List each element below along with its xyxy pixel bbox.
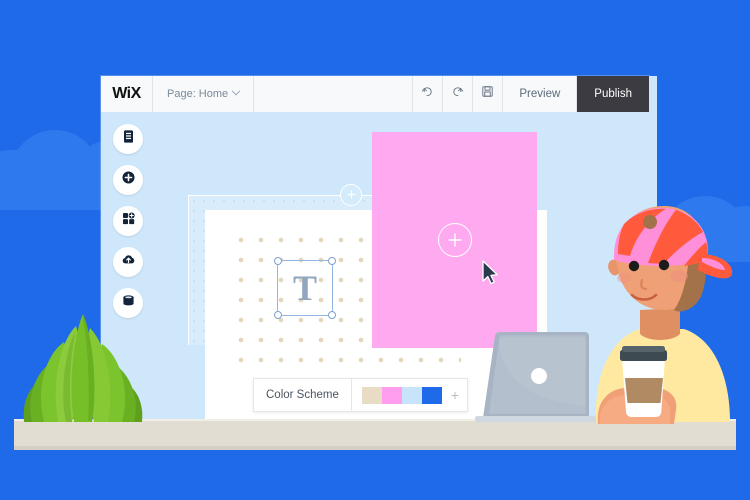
preview-button[interactable]: Preview [503,76,578,112]
preview-label: Preview [519,88,561,100]
resize-handle-top-left[interactable] [274,257,282,265]
sidebar-item-apps[interactable] [113,206,143,236]
blocks-plus-icon [121,211,136,231]
swatch-beige[interactable] [361,386,382,404]
add-media-button[interactable] [437,223,472,257]
resize-handle-top-right[interactable] [328,257,336,265]
publish-button[interactable]: Publish [577,76,649,112]
swatch-blue[interactable] [421,386,442,404]
wix-logo[interactable]: WiX [101,76,153,112]
sidebar-item-media[interactable] [113,247,143,277]
document-list-icon [121,129,136,149]
color-scheme-title: Color Scheme [254,379,352,411]
cloud-upload-icon [121,252,136,272]
scene: WiX Page: Home Preview Publish T Color S… [0,0,750,500]
plus-circle-icon [121,170,136,190]
color-scheme-panel[interactable]: Color Scheme + [253,378,469,412]
swatch-pink[interactable] [381,386,402,404]
sidebar-item-database[interactable] [113,288,143,318]
chevron-down-icon [231,86,241,96]
redo-arrow-icon [451,85,464,103]
desk-shadow [14,446,736,450]
redo-button[interactable] [443,76,474,112]
database-stack-icon [121,293,136,313]
editor-sidebar [113,124,143,318]
editor-toolbar: WiX Page: Home Preview Publish [101,76,649,112]
page-selector-label: Page: Home [167,88,229,100]
mouse-pointer-icon [481,260,501,291]
toolbar-spacer [254,76,414,112]
coffee-cup [620,346,667,417]
agave-plant [18,300,148,430]
sidebar-item-pages[interactable] [113,124,143,154]
save-button[interactable] [473,76,504,112]
text-element-glyph: T [292,268,317,308]
sidebar-item-add[interactable] [113,165,143,195]
page-selector[interactable]: Page: Home [153,76,255,112]
publish-label: Publish [594,88,632,100]
swatch-light-blue[interactable] [401,386,422,404]
undo-arrow-icon [421,85,434,103]
plus-icon [346,188,357,202]
save-floppy-icon [481,85,494,103]
add-section-button[interactable] [340,184,362,206]
text-element[interactable]: T [274,257,336,319]
undo-button[interactable] [413,76,444,112]
resize-handle-bottom-left[interactable] [274,311,282,319]
color-swatch-row [352,386,442,404]
person-with-coffee [580,198,740,433]
pink-image-element[interactable] [372,132,537,348]
add-swatch-button[interactable]: + [442,388,467,402]
resize-handle-bottom-right[interactable] [328,311,336,319]
plus-icon [446,231,464,249]
